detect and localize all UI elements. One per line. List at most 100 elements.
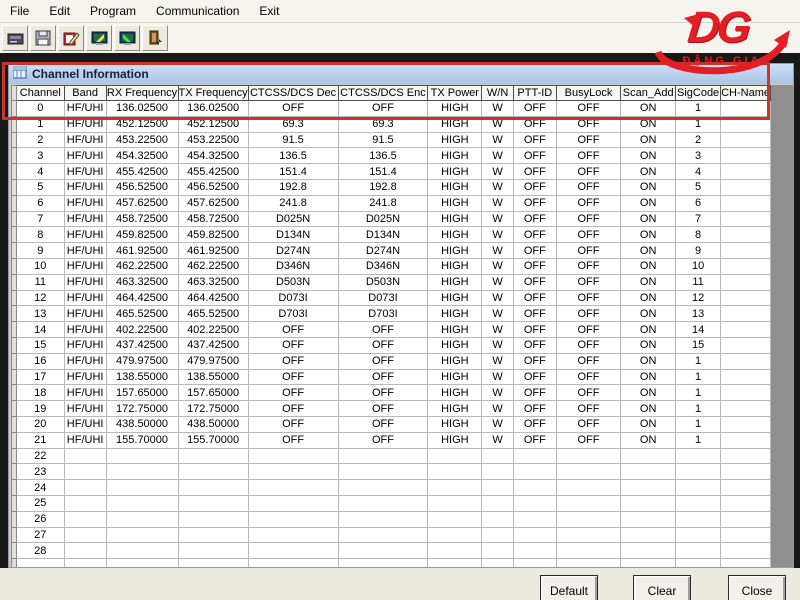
table-cell[interactable]: OFF [248,401,338,417]
table-cell[interactable] [106,448,178,464]
table-cell[interactable]: OFF [513,369,556,385]
table-cell[interactable]: 1 [676,401,721,417]
table-cell[interactable]: 464.42500 [106,290,178,306]
table-cell[interactable]: ON [621,195,676,211]
table-cell[interactable] [721,148,771,164]
table-cell[interactable]: W [482,401,514,417]
table-cell[interactable]: 452.12500 [106,116,178,132]
table-cell[interactable]: OFF [513,432,556,448]
table-cell[interactable] [64,495,106,511]
table-cell[interactable] [676,495,721,511]
table-cell[interactable]: OFF [248,101,338,117]
table-cell[interactable] [178,559,248,567]
table-cell[interactable]: 20 [16,416,64,432]
table-cell[interactable]: HF/UHI [64,385,106,401]
table-cell[interactable]: ON [621,148,676,164]
column-header[interactable]: W/N [482,86,514,101]
table-cell[interactable]: 455.42500 [106,164,178,180]
table-cell[interactable]: OFF [556,211,621,227]
table-cell[interactable]: 438.50000 [106,416,178,432]
table-cell[interactable]: 91.5 [248,132,338,148]
table-cell[interactable]: ON [621,337,676,353]
table-cell[interactable]: ON [621,258,676,274]
table-cell[interactable] [64,527,106,543]
table-cell[interactable] [676,559,721,567]
menu-program[interactable]: Program [80,1,146,21]
table-cell[interactable] [428,448,482,464]
table-cell[interactable]: OFF [513,353,556,369]
table-cell[interactable] [676,511,721,527]
table-cell[interactable]: D134N [338,227,428,243]
table-cell[interactable]: 6 [16,195,64,211]
table-cell[interactable]: ON [621,416,676,432]
table-cell[interactable]: OFF [338,101,428,117]
table-cell[interactable]: OFF [556,274,621,290]
table-cell[interactable] [428,543,482,559]
table-cell[interactable]: OFF [556,290,621,306]
column-header[interactable]: RX Frequency [106,86,178,101]
table-cell[interactable]: 462.22500 [106,258,178,274]
table-cell[interactable]: OFF [338,385,428,401]
table-cell[interactable]: 28 [16,543,64,559]
table-cell[interactable]: OFF [513,306,556,322]
table-cell[interactable]: OFF [338,416,428,432]
clear-button[interactable]: Clear [633,575,691,600]
table-cell[interactable]: 25 [16,495,64,511]
table-cell[interactable]: D503N [338,274,428,290]
close-button[interactable]: Close [728,575,786,600]
table-cell[interactable] [556,464,621,480]
table-cell[interactable]: OFF [513,211,556,227]
table-cell[interactable] [106,511,178,527]
table-cell[interactable]: OFF [248,369,338,385]
table-cell[interactable] [482,527,514,543]
table-cell[interactable]: 457.62500 [178,195,248,211]
table-cell[interactable]: 91.5 [338,132,428,148]
table-cell[interactable]: W [482,101,514,117]
window-titlebar[interactable]: Channel Information [9,64,793,84]
table-cell[interactable] [513,543,556,559]
column-header[interactable]: TX Frequency [178,86,248,101]
table-cell[interactable]: ON [621,385,676,401]
table-cell[interactable]: HIGH [428,243,482,259]
table-cell[interactable]: 4 [676,164,721,180]
table-cell[interactable] [513,480,556,496]
table-cell[interactable]: ON [621,353,676,369]
table-cell[interactable]: 452.12500 [178,116,248,132]
table-cell[interactable]: 464.42500 [178,290,248,306]
table-cell[interactable]: OFF [513,258,556,274]
table-cell[interactable]: 155.70000 [178,432,248,448]
table-cell[interactable] [178,511,248,527]
table-cell[interactable] [338,543,428,559]
table-cell[interactable]: 454.32500 [106,148,178,164]
table-cell[interactable] [721,211,771,227]
table-cell[interactable]: HF/UHI [64,101,106,117]
table-cell[interactable]: 15 [676,337,721,353]
table-cell[interactable] [338,559,428,567]
table-cell[interactable]: HF/UHI [64,290,106,306]
table-cell[interactable]: HIGH [428,290,482,306]
table-cell[interactable]: 4 [16,164,64,180]
table-cell[interactable]: ON [621,401,676,417]
table-cell[interactable] [556,480,621,496]
table-cell[interactable]: HIGH [428,432,482,448]
table-cell[interactable]: HIGH [428,306,482,322]
table-cell[interactable] [513,464,556,480]
table-cell[interactable]: 479.97500 [178,353,248,369]
table-cell[interactable]: 6 [676,195,721,211]
table-cell[interactable] [513,511,556,527]
table-cell[interactable]: 8 [676,227,721,243]
table-cell[interactable]: OFF [556,195,621,211]
table-cell[interactable] [338,464,428,480]
table-cell[interactable] [482,559,514,567]
table-cell[interactable]: W [482,337,514,353]
table-cell[interactable] [721,195,771,211]
table-cell[interactable] [106,495,178,511]
table-cell[interactable] [248,559,338,567]
column-header[interactable]: PTT-ID [513,86,556,101]
table-cell[interactable]: D025N [248,211,338,227]
table-cell[interactable] [428,480,482,496]
table-cell[interactable]: W [482,290,514,306]
read-from-radio-button[interactable] [86,25,112,51]
table-cell[interactable]: OFF [556,101,621,117]
table-cell[interactable]: ON [621,322,676,338]
